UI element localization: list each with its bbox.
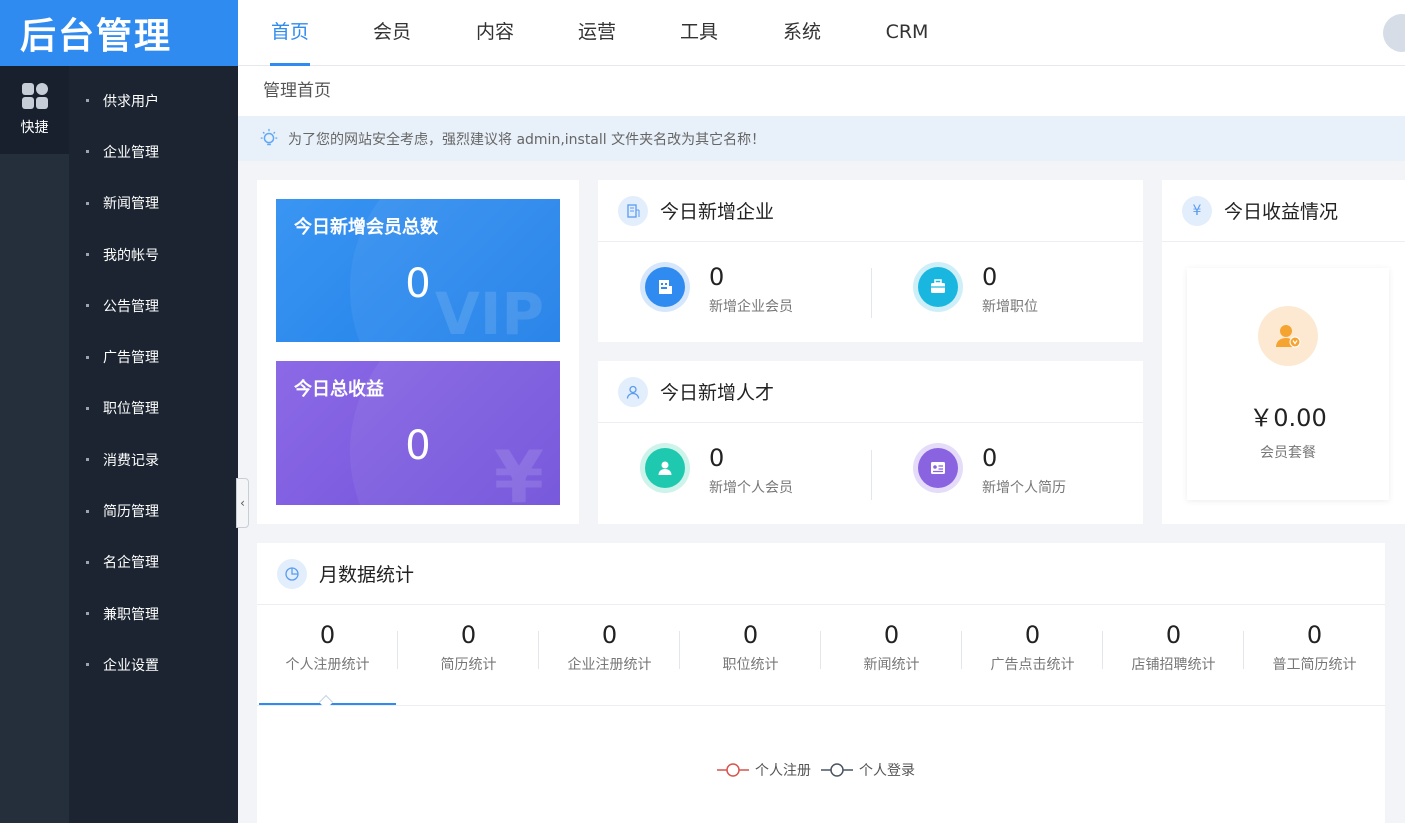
notice-text: 为了您的网站安全考虑，强烈建议将 admin,install 文件夹名改为其它名… (288, 131, 766, 148)
building-icon (618, 195, 648, 226)
new-resumes-stat: 0 新增个人简历 (913, 443, 1066, 497)
total-income-value: 0 (405, 423, 431, 469)
sidebar-item-resumes[interactable]: 简历管理 (69, 485, 238, 536)
person-icon (658, 461, 672, 475)
new-talent-card: 今日新增人才 0 新增个人会员 0 新增个人简历 (598, 361, 1143, 524)
new-members-tile[interactable]: VIP 今日新增会员总数 0 (276, 199, 560, 342)
legend-marker-registration (717, 763, 749, 777)
tab-crm[interactable]: CRM (884, 0, 930, 66)
app-logo: 后台管理 (0, 0, 238, 66)
tab-tools[interactable]: 工具 (679, 0, 719, 66)
revenue-title: 今日收益情况 (1224, 201, 1339, 223)
tab-home[interactable]: 首页 (270, 0, 310, 66)
monthly-stat-personal-registration[interactable]: 0 个人注册统计 (257, 620, 398, 674)
lightbulb-icon (260, 128, 278, 145)
sidebar: 供求用户 企业管理 新闻管理 我的帐号 公告管理 广告管理 职位管理 消费记录 … (69, 66, 238, 823)
sidebar-item-famous-companies[interactable]: 名企管理 (69, 537, 238, 588)
chevron-left-icon: ‹ (240, 496, 245, 510)
new-members-title: 今日新增会员总数 (294, 217, 438, 238)
monthly-stats-title: 月数据统计 (319, 564, 415, 586)
monthly-stat-news[interactable]: 0 新闻统计 (821, 620, 962, 674)
new-jobs-stat: 0 新增职位 (913, 262, 1038, 316)
today-summary-card: VIP 今日新增会员总数 0 ¥ 今日总收益 0 (257, 180, 579, 524)
revenue-panel: ￥0.00 会员套餐 (1187, 268, 1389, 500)
briefcase-icon (931, 279, 945, 293)
breadcrumb: 管理首页 (238, 66, 1405, 116)
pie-chart-icon (277, 558, 307, 589)
tab-content[interactable]: 内容 (475, 0, 515, 66)
monthly-stat-enterprise-registration[interactable]: 0 企业注册统计 (539, 620, 680, 674)
monthly-stats-card: 月数据统计 (257, 543, 1385, 823)
new-enterprise-members-stat: 0 新增企业会员 (640, 262, 793, 316)
monthly-stat-shop-recruitment[interactable]: 0 店铺招聘统计 (1103, 620, 1244, 674)
tab-operations[interactable]: 运营 (577, 0, 617, 66)
user-avatar[interactable] (1383, 14, 1405, 52)
quick-menu-button[interactable]: 快捷 (0, 66, 69, 154)
top-nav: 首页 会员 内容 运营 工具 系统 CRM (238, 0, 1405, 66)
revenue-caption: 会员套餐 (1260, 445, 1316, 461)
sidebar-item-supply-users[interactable]: 供求用户 (69, 75, 238, 126)
left-rail: 快捷 (0, 66, 69, 823)
chart-legend: 个人注册 个人登录 (717, 760, 915, 780)
new-personal-members-stat: 0 新增个人会员 (640, 443, 793, 497)
sidebar-item-news[interactable]: 新闻管理 (69, 178, 238, 229)
sidebar-item-part-time[interactable]: 兼职管理 (69, 588, 238, 639)
new-members-value: 0 (405, 261, 431, 307)
member-badge-icon (1258, 306, 1318, 366)
revenue-amount: ￥0.00 (1249, 404, 1327, 432)
tab-system[interactable]: 系统 (782, 0, 822, 66)
sidebar-collapse-toggle[interactable]: ‹ (236, 478, 249, 528)
monthly-stat-worker-resumes[interactable]: 0 普工简历统计 (1244, 620, 1385, 674)
sidebar-item-consumption[interactable]: 消费记录 (69, 434, 238, 485)
legend-label-registration[interactable]: 个人注册 (755, 760, 811, 780)
total-income-title: 今日总收益 (294, 379, 384, 400)
tab-members[interactable]: 会员 (372, 0, 412, 66)
sidebar-item-announcements[interactable]: 公告管理 (69, 280, 238, 331)
yen-icon: ¥ (1182, 195, 1212, 226)
legend-marker-login (821, 763, 853, 777)
sidebar-item-my-account[interactable]: 我的帐号 (69, 229, 238, 280)
new-enterprise-title: 今日新增企业 (660, 201, 775, 223)
user-icon (618, 376, 648, 407)
sidebar-item-enterprise-settings[interactable]: 企业设置 (69, 639, 238, 690)
resume-icon (931, 462, 945, 474)
sidebar-item-jobs[interactable]: 职位管理 (69, 383, 238, 434)
monthly-stat-resumes[interactable]: 0 简历统计 (398, 620, 539, 674)
monthly-stat-jobs[interactable]: 0 职位统计 (680, 620, 821, 674)
security-notice: 为了您的网站安全考虑，强烈建议将 admin,install 文件夹名改为其它名… (238, 116, 1405, 161)
legend-label-login[interactable]: 个人登录 (859, 760, 915, 780)
sidebar-item-enterprise[interactable]: 企业管理 (69, 126, 238, 177)
grid-icon (21, 83, 48, 109)
total-income-tile[interactable]: ¥ 今日总收益 0 (276, 361, 560, 505)
sidebar-item-ads[interactable]: 广告管理 (69, 331, 238, 382)
enterprise-icon (659, 280, 672, 294)
revenue-card: ¥ 今日收益情况 ￥0.00 会员套餐 (1162, 180, 1405, 524)
quick-menu-label: 快捷 (20, 120, 49, 136)
new-talent-title: 今日新增人才 (660, 382, 775, 404)
monthly-stat-ad-clicks[interactable]: 0 广告点击统计 (962, 620, 1103, 674)
new-enterprise-card: 今日新增企业 0 新增企业会员 0 新增职位 (598, 180, 1143, 342)
